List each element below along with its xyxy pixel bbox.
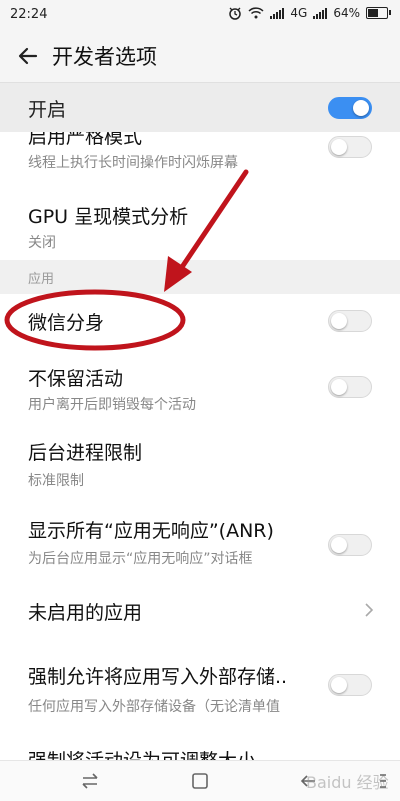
list-item-dont-keep-activities[interactable]: 不保留活动 用户离开后即销毁每个活动	[0, 350, 400, 423]
chevron-right-icon	[365, 603, 374, 617]
wechat-clone-toggle[interactable]	[328, 310, 372, 332]
list-item-title: 显示所有“应用无响应”(ANR)	[28, 520, 274, 542]
switch-icon[interactable]	[80, 771, 100, 791]
list-item-subtitle: 任何应用写入外部存储设备（无论清单值	[28, 699, 280, 715]
show-all-anr-toggle[interactable]	[328, 534, 372, 556]
page-title: 开发者选项	[52, 45, 157, 69]
app-header: 开发者选项	[0, 30, 400, 82]
status-bar: 22:24 4G 64%	[0, 0, 400, 30]
settings-list[interactable]: 启用严格模式 线程上执行长时间操作时闪烁屏幕 GPU 呈现模式分析 关闭 应用 …	[0, 132, 400, 760]
alarm-icon	[229, 7, 242, 20]
list-item-inactive-apps[interactable]: 未启用的应用	[0, 578, 400, 643]
list-item-subtitle: 用户离开后即销毁每个活动	[28, 397, 196, 413]
force-external-storage-toggle[interactable]	[328, 674, 372, 696]
list-item-title: 强制将活动设为可调整大小	[28, 746, 256, 760]
dont-keep-activities-toggle[interactable]	[328, 376, 372, 398]
battery-percent: 64%	[333, 6, 360, 20]
section-header-apps: 应用	[0, 260, 400, 294]
list-item-force-resizable[interactable]: 强制将活动设为可调整大小	[0, 728, 400, 760]
list-item-subtitle: 关闭	[28, 235, 56, 251]
status-time: 22:24	[10, 7, 48, 22]
signal-bars-icon	[270, 7, 285, 19]
list-item-show-all-anr[interactable]: 显示所有“应用无响应”(ANR) 为后台应用显示“应用无响应”对话框	[0, 498, 400, 579]
menu-icon[interactable]	[372, 771, 392, 791]
list-item-gpu-profiling[interactable]: GPU 呈现模式分析 关闭	[0, 186, 400, 261]
list-item-wechat-clone[interactable]: 微信分身	[0, 294, 400, 351]
list-item-title: 启用严格模式	[28, 132, 143, 148]
list-item-subtitle: 标准限制	[28, 473, 84, 489]
list-item-strict-mode[interactable]: 启用严格模式 线程上执行长时间操作时闪烁屏幕	[0, 132, 400, 187]
list-item-background-process-limit[interactable]: 后台进程限制 标准限制	[0, 422, 400, 499]
list-item-title: 后台进程限制	[28, 442, 143, 464]
home-square-icon[interactable]	[190, 771, 210, 791]
master-toggle[interactable]	[328, 97, 372, 119]
section-label: 应用	[28, 272, 55, 287]
list-item-force-external-storage[interactable]: 强制允许将应用写入外部存储.. 任何应用写入外部存储设备（无论清单值	[0, 642, 400, 729]
back-arrow-icon[interactable]	[14, 42, 42, 70]
list-item-subtitle: 线程上执行长时间操作时闪烁屏幕	[28, 155, 238, 171]
list-item-title: 不保留活动	[28, 368, 124, 390]
system-nav-bar: Baidu 经验	[0, 760, 400, 801]
list-item-title: 强制允许将应用写入外部存储..	[28, 666, 288, 688]
signal-bars-icon-2	[313, 7, 328, 19]
master-label: 开启	[28, 99, 67, 121]
strict-mode-toggle[interactable]	[328, 136, 372, 158]
list-item-title: 微信分身	[28, 312, 105, 334]
list-item-title: 未启用的应用	[28, 602, 143, 624]
list-item-title: GPU 呈现模式分析	[28, 206, 189, 228]
wifi-icon	[248, 7, 264, 19]
list-item-subtitle: 为后台应用显示“应用无响应”对话框	[28, 551, 253, 567]
status-icons: 4G 64%	[228, 6, 391, 20]
developer-options-master-row[interactable]: 开启	[0, 82, 400, 134]
battery-icon	[366, 7, 391, 19]
network-type: 4G	[290, 6, 308, 20]
